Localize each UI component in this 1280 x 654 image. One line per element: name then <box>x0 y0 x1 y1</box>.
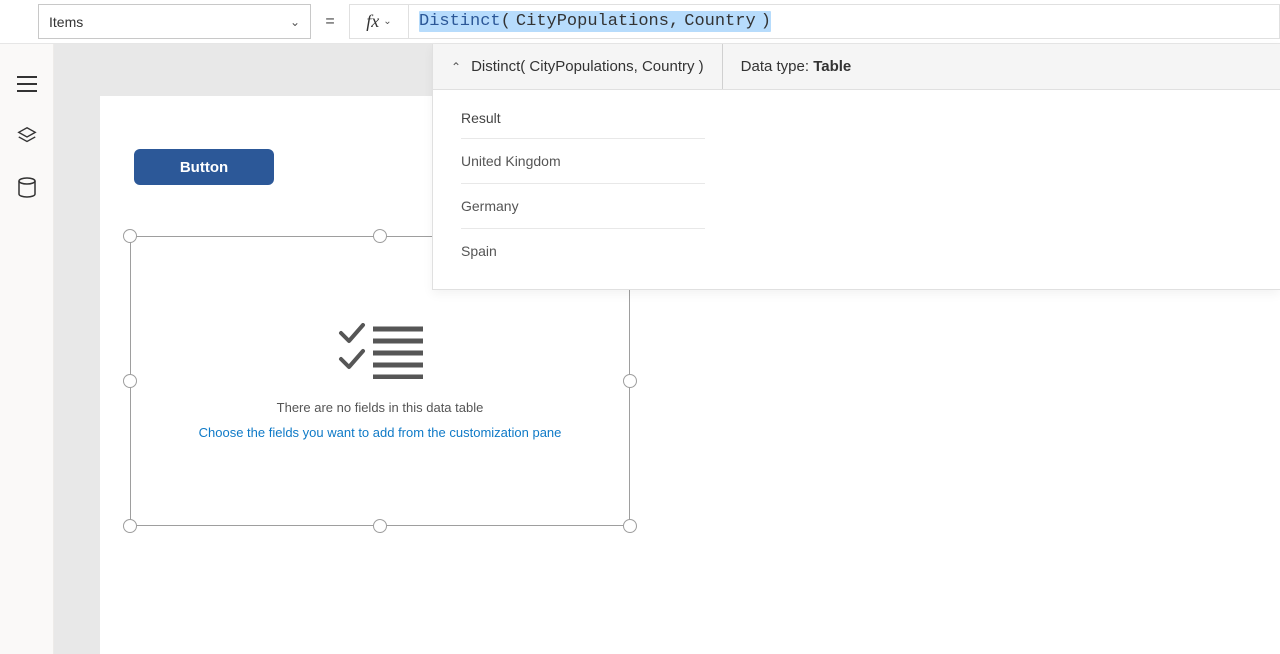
left-rail <box>0 44 54 654</box>
formula-signature[interactable]: ⌃ Distinct( CityPopulations, Country ) <box>433 44 723 89</box>
formula-token-arg2: Country <box>684 12 755 31</box>
formula-signature-text: Distinct( CityPopulations, Country ) <box>471 58 704 75</box>
property-selector-value: Items <box>49 14 83 30</box>
equals-sign: = <box>311 13 349 31</box>
fx-icon: fx <box>366 11 379 32</box>
formula-token-arg1: CityPopulations <box>516 12 669 31</box>
formula-token-paren: ( <box>501 12 511 31</box>
result-row: Germany <box>461 183 705 228</box>
property-selector[interactable]: Items ⌄ <box>38 4 311 39</box>
datatype-label: Data type: Table <box>723 58 870 75</box>
result-row: Spain <box>461 228 705 273</box>
result-column-header: Result <box>461 98 705 138</box>
formula-token-fn: Distinct <box>419 12 501 31</box>
fx-button[interactable]: fx ⌄ <box>349 4 409 39</box>
formula-token-paren: ) <box>761 12 771 31</box>
hamburger-icon[interactable] <box>15 72 39 96</box>
button-control-label: Button <box>180 159 228 176</box>
formula-input[interactable]: Distinct( CityPopulations, Country) <box>409 4 1280 39</box>
chevron-up-icon: ⌃ <box>451 60 461 74</box>
data-icon[interactable] <box>15 176 39 200</box>
formula-preview-panel: ⌃ Distinct( CityPopulations, Country ) D… <box>432 44 1280 290</box>
chevron-down-icon: ⌄ <box>290 15 300 29</box>
tree-view-icon[interactable] <box>15 124 39 148</box>
formula-bar: Items ⌄ = fx ⌄ Distinct( CityPopulations,… <box>0 0 1280 44</box>
formula-token-comma: , <box>669 12 679 31</box>
result-row: United Kingdom <box>461 138 705 183</box>
formula-highlight: Distinct( CityPopulations, Country) <box>419 11 771 32</box>
formula-preview-body: Result United Kingdom Germany Spain <box>433 90 733 289</box>
button-control[interactable]: Button <box>134 149 274 185</box>
datatable-empty-link[interactable]: Choose the fields you want to add from t… <box>199 425 562 440</box>
chevron-down-icon: ⌄ <box>383 16 391 27</box>
formula-preview-header: ⌃ Distinct( CityPopulations, Country ) D… <box>433 44 1280 90</box>
checklist-icon <box>337 323 423 384</box>
datatable-empty-line1: There are no fields in this data table <box>277 400 484 415</box>
